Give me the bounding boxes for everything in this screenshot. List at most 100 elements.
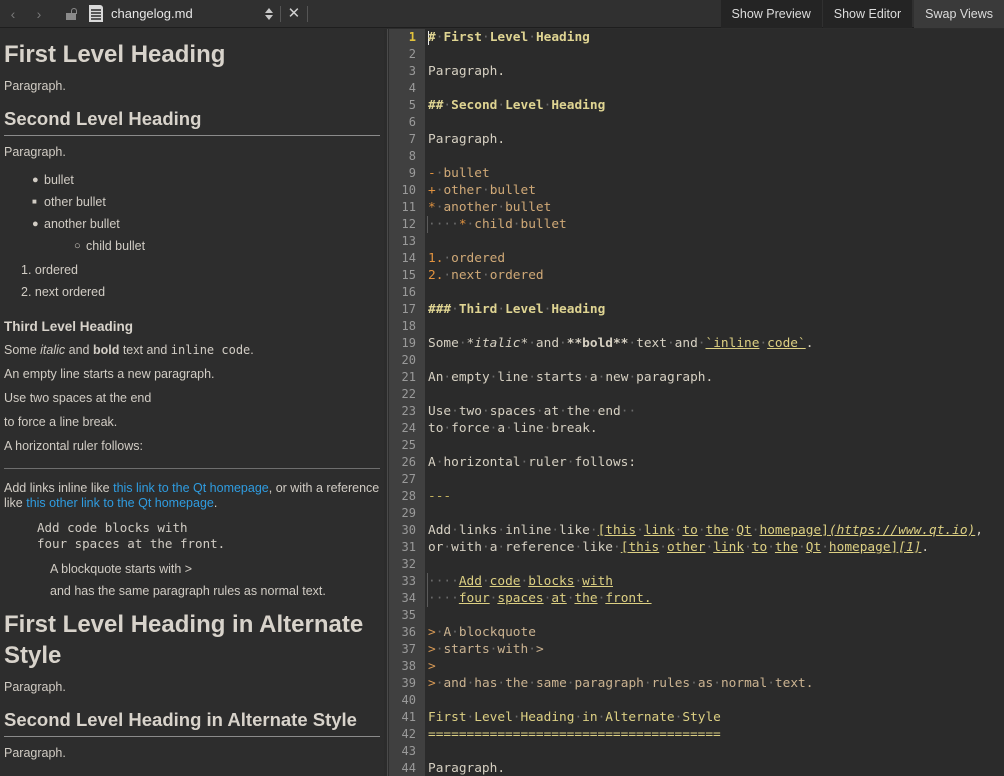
line-number[interactable]: 21 [389,369,425,386]
editor-line[interactable]: 30Add·links·inline·like·[this·link·to·th… [389,522,1004,539]
editor-line[interactable]: 8 [389,148,1004,165]
line-number[interactable]: 32 [389,556,425,573]
show-editor-button[interactable]: Show Editor [823,0,912,28]
close-document-icon[interactable]: ✕ [288,6,301,21]
line-number[interactable]: 10 [389,182,425,199]
open-file-name[interactable]: changelog.md [111,6,193,21]
line-number[interactable]: 12 [389,216,425,233]
editor-line-text[interactable] [425,148,428,165]
editor-line[interactable]: 141.·ordered [389,250,1004,267]
editor-line[interactable]: 24to·force·a·line·break. [389,420,1004,437]
editor-line-text[interactable] [425,318,428,335]
editor-line[interactable]: 37>·starts·with·> [389,641,1004,658]
line-number[interactable]: 27 [389,471,425,488]
editor-line-text[interactable]: >·and·has·the·same·paragraph·rules·as·no… [425,675,813,692]
editor-line[interactable]: 23Use·two·spaces·at·the·end·· [389,403,1004,420]
editor-line[interactable]: 4 [389,80,1004,97]
editor-line[interactable]: 22 [389,386,1004,403]
editor-line-text[interactable] [425,386,428,403]
line-number[interactable]: 6 [389,114,425,131]
line-number[interactable]: 8 [389,148,425,165]
line-number[interactable]: 43 [389,743,425,760]
editor-line-text[interactable]: 2.·next·ordered [425,267,544,284]
editor-line[interactable]: 31or·with·a·reference·like·[this·other·l… [389,539,1004,556]
editor-line[interactable]: 25 [389,437,1004,454]
editor-line-text[interactable] [425,607,428,624]
line-number[interactable]: 42 [389,726,425,743]
qt-homepage-link[interactable]: this other link to the Qt homepage [26,496,214,510]
editor-line[interactable]: 20 [389,352,1004,369]
editor-line-text[interactable] [425,743,428,760]
line-number[interactable]: 38 [389,658,425,675]
editor-line-text[interactable]: ····Add·code·blocks·with [427,573,613,590]
editor-line[interactable]: 21An·empty·line·starts·a·new·paragraph. [389,369,1004,386]
editor-line-text[interactable] [425,46,428,63]
line-number[interactable]: 16 [389,284,425,301]
editor-line-text[interactable] [425,556,428,573]
editor-line[interactable]: 9-·bullet [389,165,1004,182]
forward-icon[interactable]: › [26,1,52,27]
line-number[interactable]: 25 [389,437,425,454]
line-number[interactable]: 22 [389,386,425,403]
editor-line-text[interactable]: First·Level·Heading·in·Alternate·Style [425,709,721,726]
line-number[interactable]: 34 [389,590,425,607]
line-number[interactable]: 3 [389,63,425,80]
editor-line[interactable]: 40 [389,692,1004,709]
line-number[interactable]: 14 [389,250,425,267]
line-number[interactable]: 23 [389,403,425,420]
line-number[interactable]: 15 [389,267,425,284]
line-number[interactable]: 36 [389,624,425,641]
editor-line[interactable]: 17###·Third·Level·Heading [389,301,1004,318]
editor-line[interactable]: 7Paragraph. [389,131,1004,148]
line-number[interactable]: 44 [389,760,425,776]
line-number[interactable]: 35 [389,607,425,624]
editor-line[interactable]: 38> [389,658,1004,675]
editor-line[interactable]: 2 [389,46,1004,63]
editor-line-text[interactable]: Paragraph. [425,131,505,148]
editor-line[interactable]: 18 [389,318,1004,335]
qt-homepage-link[interactable]: this link to the Qt homepage [113,481,269,495]
editor-line-text[interactable] [425,505,428,522]
editor-line[interactable]: 152.·next·ordered [389,267,1004,284]
line-number[interactable]: 7 [389,131,425,148]
editor-line-text[interactable]: #·First·Level·Heading [425,29,590,46]
editor-line-text[interactable]: to·force·a·line·break. [425,420,598,437]
editor-line[interactable]: 6 [389,114,1004,131]
line-number[interactable]: 29 [389,505,425,522]
line-number[interactable]: 4 [389,80,425,97]
line-number[interactable]: 28 [389,488,425,505]
line-number[interactable]: 26 [389,454,425,471]
editor-line[interactable]: 34····four·spaces·at·the·front. [389,590,1004,607]
editor-line[interactable]: 3Paragraph. [389,63,1004,80]
line-number[interactable]: 9 [389,165,425,182]
editor-line-text[interactable]: +·other·bullet [425,182,536,199]
editor-line-text[interactable]: A·horizontal·ruler·follows: [425,454,636,471]
markdown-source-editor[interactable]: 1#·First·Level·Heading23Paragraph.45##·S… [389,29,1004,776]
line-number[interactable]: 2 [389,46,425,63]
line-number[interactable]: 41 [389,709,425,726]
editor-line[interactable]: 43 [389,743,1004,760]
editor-line[interactable]: 13 [389,233,1004,250]
editor-line-text[interactable] [425,284,428,301]
line-number[interactable]: 18 [389,318,425,335]
editor-line-text[interactable] [425,352,428,369]
editor-line[interactable]: 19Some·*italic*·and·**bold**·text·and·`i… [389,335,1004,352]
editor-line-text[interactable] [425,692,428,709]
editor-line[interactable]: 42====================================== [389,726,1004,743]
editor-line-text[interactable]: or·with·a·reference·like·[this·other·lin… [425,539,929,556]
editor-line-text[interactable]: 1.·ordered [425,250,505,267]
editor-line-text[interactable]: ====================================== [425,726,721,743]
editor-line[interactable]: 5##·Second·Level·Heading [389,97,1004,114]
line-number[interactable]: 30 [389,522,425,539]
editor-line[interactable]: 10+·other·bullet [389,182,1004,199]
editor-line-text[interactable]: Add·links·inline·like·[this·link·to·the·… [425,522,983,539]
editor-line[interactable]: 1#·First·Level·Heading [389,29,1004,46]
editor-line[interactable]: 39>·and·has·the·same·paragraph·rules·as·… [389,675,1004,692]
editor-line-text[interactable]: Use·two·spaces·at·the·end·· [425,403,636,420]
editor-line[interactable]: 26A·horizontal·ruler·follows: [389,454,1004,471]
editor-line[interactable]: 32 [389,556,1004,573]
editor-line-text[interactable]: ····*·child·bullet [427,216,567,233]
editor-line-text[interactable] [425,437,428,454]
editor-line[interactable]: 12····*·child·bullet [389,216,1004,233]
editor-line[interactable]: 27 [389,471,1004,488]
